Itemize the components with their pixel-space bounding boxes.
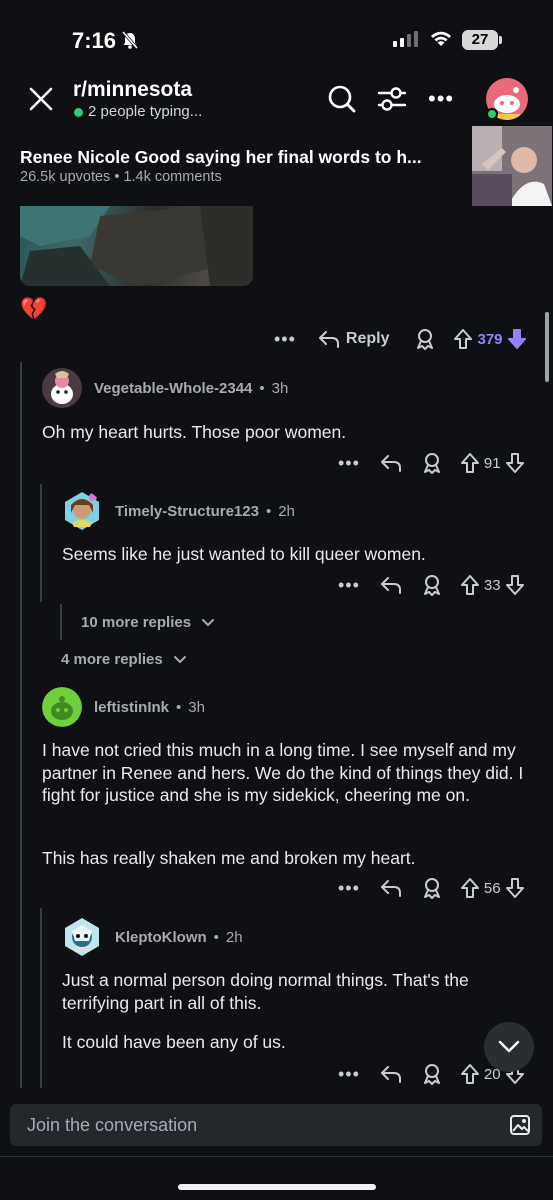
upvote-icon[interactable] [460,877,480,899]
comment-time: 3h [271,380,289,397]
reply-icon[interactable] [318,329,340,349]
downvote-icon[interactable] [505,574,525,596]
bell-slash-icon [121,31,139,49]
reply-icon[interactable] [380,453,402,473]
reply-icon[interactable] [380,575,402,595]
downvote-icon[interactable] [505,452,525,474]
subreddit-name[interactable]: r/minnesota [73,78,192,102]
award-icon[interactable] [422,452,442,474]
comment-text: It could have been any of us. [62,1032,286,1052]
typing-indicator-dot [74,108,83,117]
chevron-down-icon [498,1040,520,1053]
search-icon[interactable] [327,84,357,114]
reply-icon[interactable] [380,1064,402,1084]
more-options-icon[interactable]: ••• [338,1064,360,1085]
more-replies-label: 4 more replies [61,651,163,668]
upvote-icon[interactable] [453,328,473,350]
close-icon[interactable] [26,84,56,114]
home-indicator[interactable] [178,1184,376,1190]
upvote-icon[interactable] [460,1063,480,1085]
avatar[interactable] [42,687,82,727]
chevron-down-icon [202,618,215,626]
reply-icon[interactable] [380,878,402,898]
post-image-crop[interactable] [20,206,253,286]
image-icon[interactable] [509,1114,531,1136]
comment-header: KleptoKlown • 2h [115,929,243,946]
thread-line[interactable] [20,362,22,1088]
comment-time: 2h [225,929,243,946]
status-time: 7:16 [72,28,117,53]
online-status-dot [486,108,498,120]
wifi-icon [431,31,451,46]
upvote-icon[interactable] [460,452,480,474]
comment-text: Just a normal person doing normal things… [62,970,469,1013]
filter-icon[interactable] [377,84,407,114]
more-replies-label: 10 more replies [81,614,192,631]
more-options-icon[interactable]: ••• [338,453,360,474]
avatar[interactable] [62,491,102,531]
comment-text: Seems like he just wanted to kill queer … [62,544,426,564]
comment-action-bar: ••• Reply 379 [274,328,527,350]
avatar[interactable] [62,917,102,957]
more-options-icon[interactable]: ••• [338,878,360,899]
award-icon[interactable] [422,877,442,899]
comment-header: Timely-Structure123 • 2h [115,503,295,520]
thread-line[interactable] [60,604,62,640]
comment-input-placeholder[interactable]: Join the conversation [27,1115,197,1136]
downvote-icon[interactable] [505,877,525,899]
signal-icon [393,31,418,47]
vote-count: 56 [483,879,501,897]
username[interactable]: leftistinInk [94,699,169,716]
vote-count: 379 [477,330,503,348]
scrollbar[interactable] [545,312,549,382]
next-comment-button[interactable] [484,1022,534,1072]
comment-time: 2h [278,503,295,520]
award-icon[interactable] [422,1063,442,1085]
comment-text: This has really shaken me and broken my … [42,848,416,868]
comment-text: I have not cried this much in a long tim… [42,740,524,805]
battery-tip [499,36,502,44]
separator: • [176,699,182,716]
comment-text: Oh my heart hurts. Those poor women. [42,422,347,442]
more-options-icon[interactable]: ••• [338,575,360,596]
more-replies-button[interactable]: 10 more replies [81,614,215,631]
comment-time: 3h [188,699,205,716]
more-options-icon[interactable]: ••• [274,329,296,350]
battery-indicator: 27 [462,30,498,50]
downvote-icon[interactable] [507,328,527,350]
vote-count: 33 [483,576,501,594]
separator: • [265,503,272,520]
comment-header: Vegetable-Whole-2344 • 3h [94,380,288,397]
separator: • [213,929,219,946]
broken-heart-emoji: 💔 [20,296,48,321]
reply-button[interactable]: Reply [346,330,390,348]
comment-header: leftistinInk • 3h [94,699,205,716]
thread-line[interactable] [40,484,42,602]
username[interactable]: Vegetable-Whole-2344 [94,380,252,397]
username[interactable]: Timely-Structure123 [115,503,259,520]
comment-action-bar: ••• 56 [338,877,525,899]
typing-status: 2 people typing... [88,103,203,120]
separator: • [259,380,265,397]
more-options-icon[interactable]: ••• [428,86,454,112]
vote-count: 91 [483,454,501,472]
upvote-icon[interactable] [460,574,480,596]
more-replies-button[interactable]: 4 more replies [61,651,187,668]
award-icon[interactable] [422,574,442,596]
divider [0,1156,553,1157]
post-title[interactable]: Renee Nicole Good saying her final words… [20,147,422,168]
award-icon[interactable] [415,328,435,350]
username[interactable]: KleptoKlown [115,929,207,946]
chevron-down-icon [173,655,186,663]
post-meta: 26.5k upvotes • 1.4k comments [20,169,222,185]
avatar[interactable] [42,368,82,408]
comment-action-bar: ••• 91 [338,452,525,474]
comment-action-bar: ••• 33 [338,574,525,596]
thread-line[interactable] [40,908,42,1088]
post-thumbnail[interactable] [472,126,552,206]
